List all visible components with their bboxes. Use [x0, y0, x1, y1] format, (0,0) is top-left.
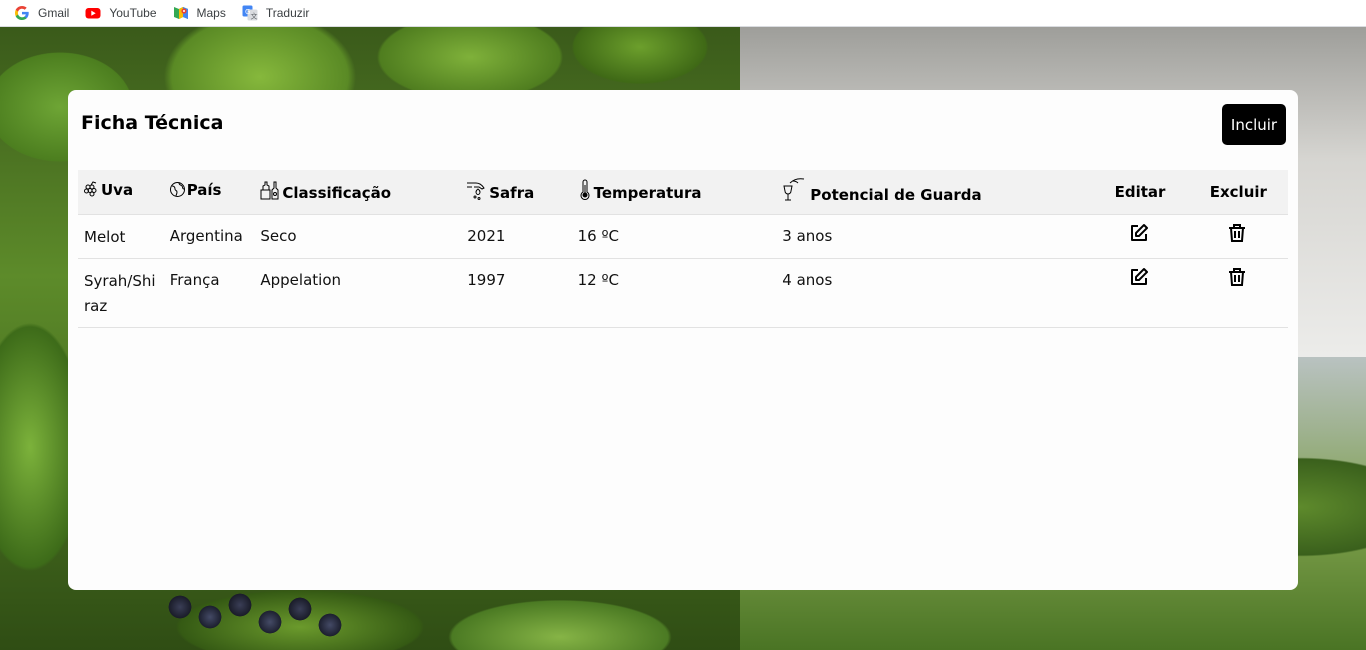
cell-uva: Syrah/Shiraz — [78, 257, 164, 328]
header-excluir: Excluir — [1209, 182, 1267, 201]
header-editar: Editar — [1114, 182, 1166, 201]
header-classificacao: Classificação — [254, 170, 461, 214]
svg-text:文: 文 — [250, 12, 257, 21]
header-potencial: Potencial de Guarda — [776, 170, 1091, 214]
cell-editar — [1091, 257, 1186, 328]
edit-icon[interactable] — [1129, 267, 1149, 287]
table-row: Syrah/Shiraz França Appelation 1997 12 º… — [78, 257, 1288, 328]
bookmark-maps[interactable]: Maps — [173, 3, 226, 23]
header-uva: Uva — [78, 170, 164, 214]
wine-bottle-icon — [259, 179, 281, 205]
cell-safra: 1997 — [461, 257, 572, 328]
grape-icon — [83, 181, 100, 202]
cell-editar — [1091, 213, 1186, 258]
header-temperatura-label: Temperatura — [593, 183, 702, 202]
cell-safra: 2021 — [461, 213, 572, 258]
hand-drop-icon — [466, 179, 488, 205]
bookmark-label: Gmail — [38, 6, 70, 20]
globe-icon — [169, 181, 186, 202]
cell-pais: Argentina — [163, 213, 255, 258]
cell-classificacao: Seco — [254, 213, 462, 258]
cell-uva: Melot — [78, 213, 164, 258]
cell-temperatura: 16 ºC — [571, 213, 777, 258]
cell-temperatura: 12 ºC — [571, 257, 777, 328]
header-classificacao-label: Classificação — [282, 183, 392, 202]
ficha-tecnica-card: Ficha Técnica Incluir Uva País Classific… — [68, 90, 1298, 590]
trash-icon[interactable] — [1227, 267, 1247, 287]
cell-excluir — [1185, 213, 1288, 258]
cell-potencial: 4 anos — [776, 257, 1092, 328]
header-uva-label: Uva — [101, 181, 134, 200]
trash-icon[interactable] — [1227, 223, 1247, 243]
table-row: Melot Argentina Seco 2021 16 ºC 3 anos — [78, 213, 1288, 258]
bookmark-label: YouTube — [109, 6, 157, 20]
thermometer-icon — [577, 179, 593, 205]
header-safra: Safra — [461, 170, 571, 214]
header-potencial-label: Potencial de Guarda — [810, 185, 982, 204]
bookmark-traduzir[interactable]: G 文 Traduzir — [242, 3, 310, 23]
bookmark-label: Maps — [196, 6, 226, 20]
bookmark-gmail[interactable]: Gmail — [14, 3, 69, 23]
background-grapes — [150, 587, 370, 650]
edit-icon[interactable] — [1129, 223, 1149, 243]
translate-icon: G 文 — [242, 5, 258, 21]
page-title: Ficha Técnica — [81, 112, 224, 134]
header-safra-label: Safra — [489, 183, 535, 202]
bookmarks-bar: Gmail YouTube Maps G 文 Traduzir — [0, 0, 1366, 27]
bookmark-label: Traduzir — [265, 6, 310, 20]
maps-icon — [173, 7, 188, 19]
wine-table: Uva País Classificação Safra Temperatura… — [78, 170, 1288, 328]
google-icon — [15, 6, 29, 20]
cell-excluir — [1185, 257, 1288, 328]
header-temperatura: Temperatura — [572, 170, 777, 214]
table-header-row: Uva País Classificação Safra Temperatura… — [78, 170, 1288, 214]
header-pais: País — [164, 170, 255, 214]
incluir-button[interactable]: Incluir — [1222, 104, 1286, 145]
header-pais-label: País — [186, 181, 222, 200]
bookmark-youtube[interactable]: YouTube — [85, 3, 157, 23]
wine-glass-icon — [781, 177, 809, 207]
cell-classificacao: Appelation — [254, 257, 462, 328]
youtube-icon — [85, 8, 101, 19]
cell-potencial: 3 anos — [776, 213, 1092, 258]
cell-pais: França — [163, 257, 255, 328]
